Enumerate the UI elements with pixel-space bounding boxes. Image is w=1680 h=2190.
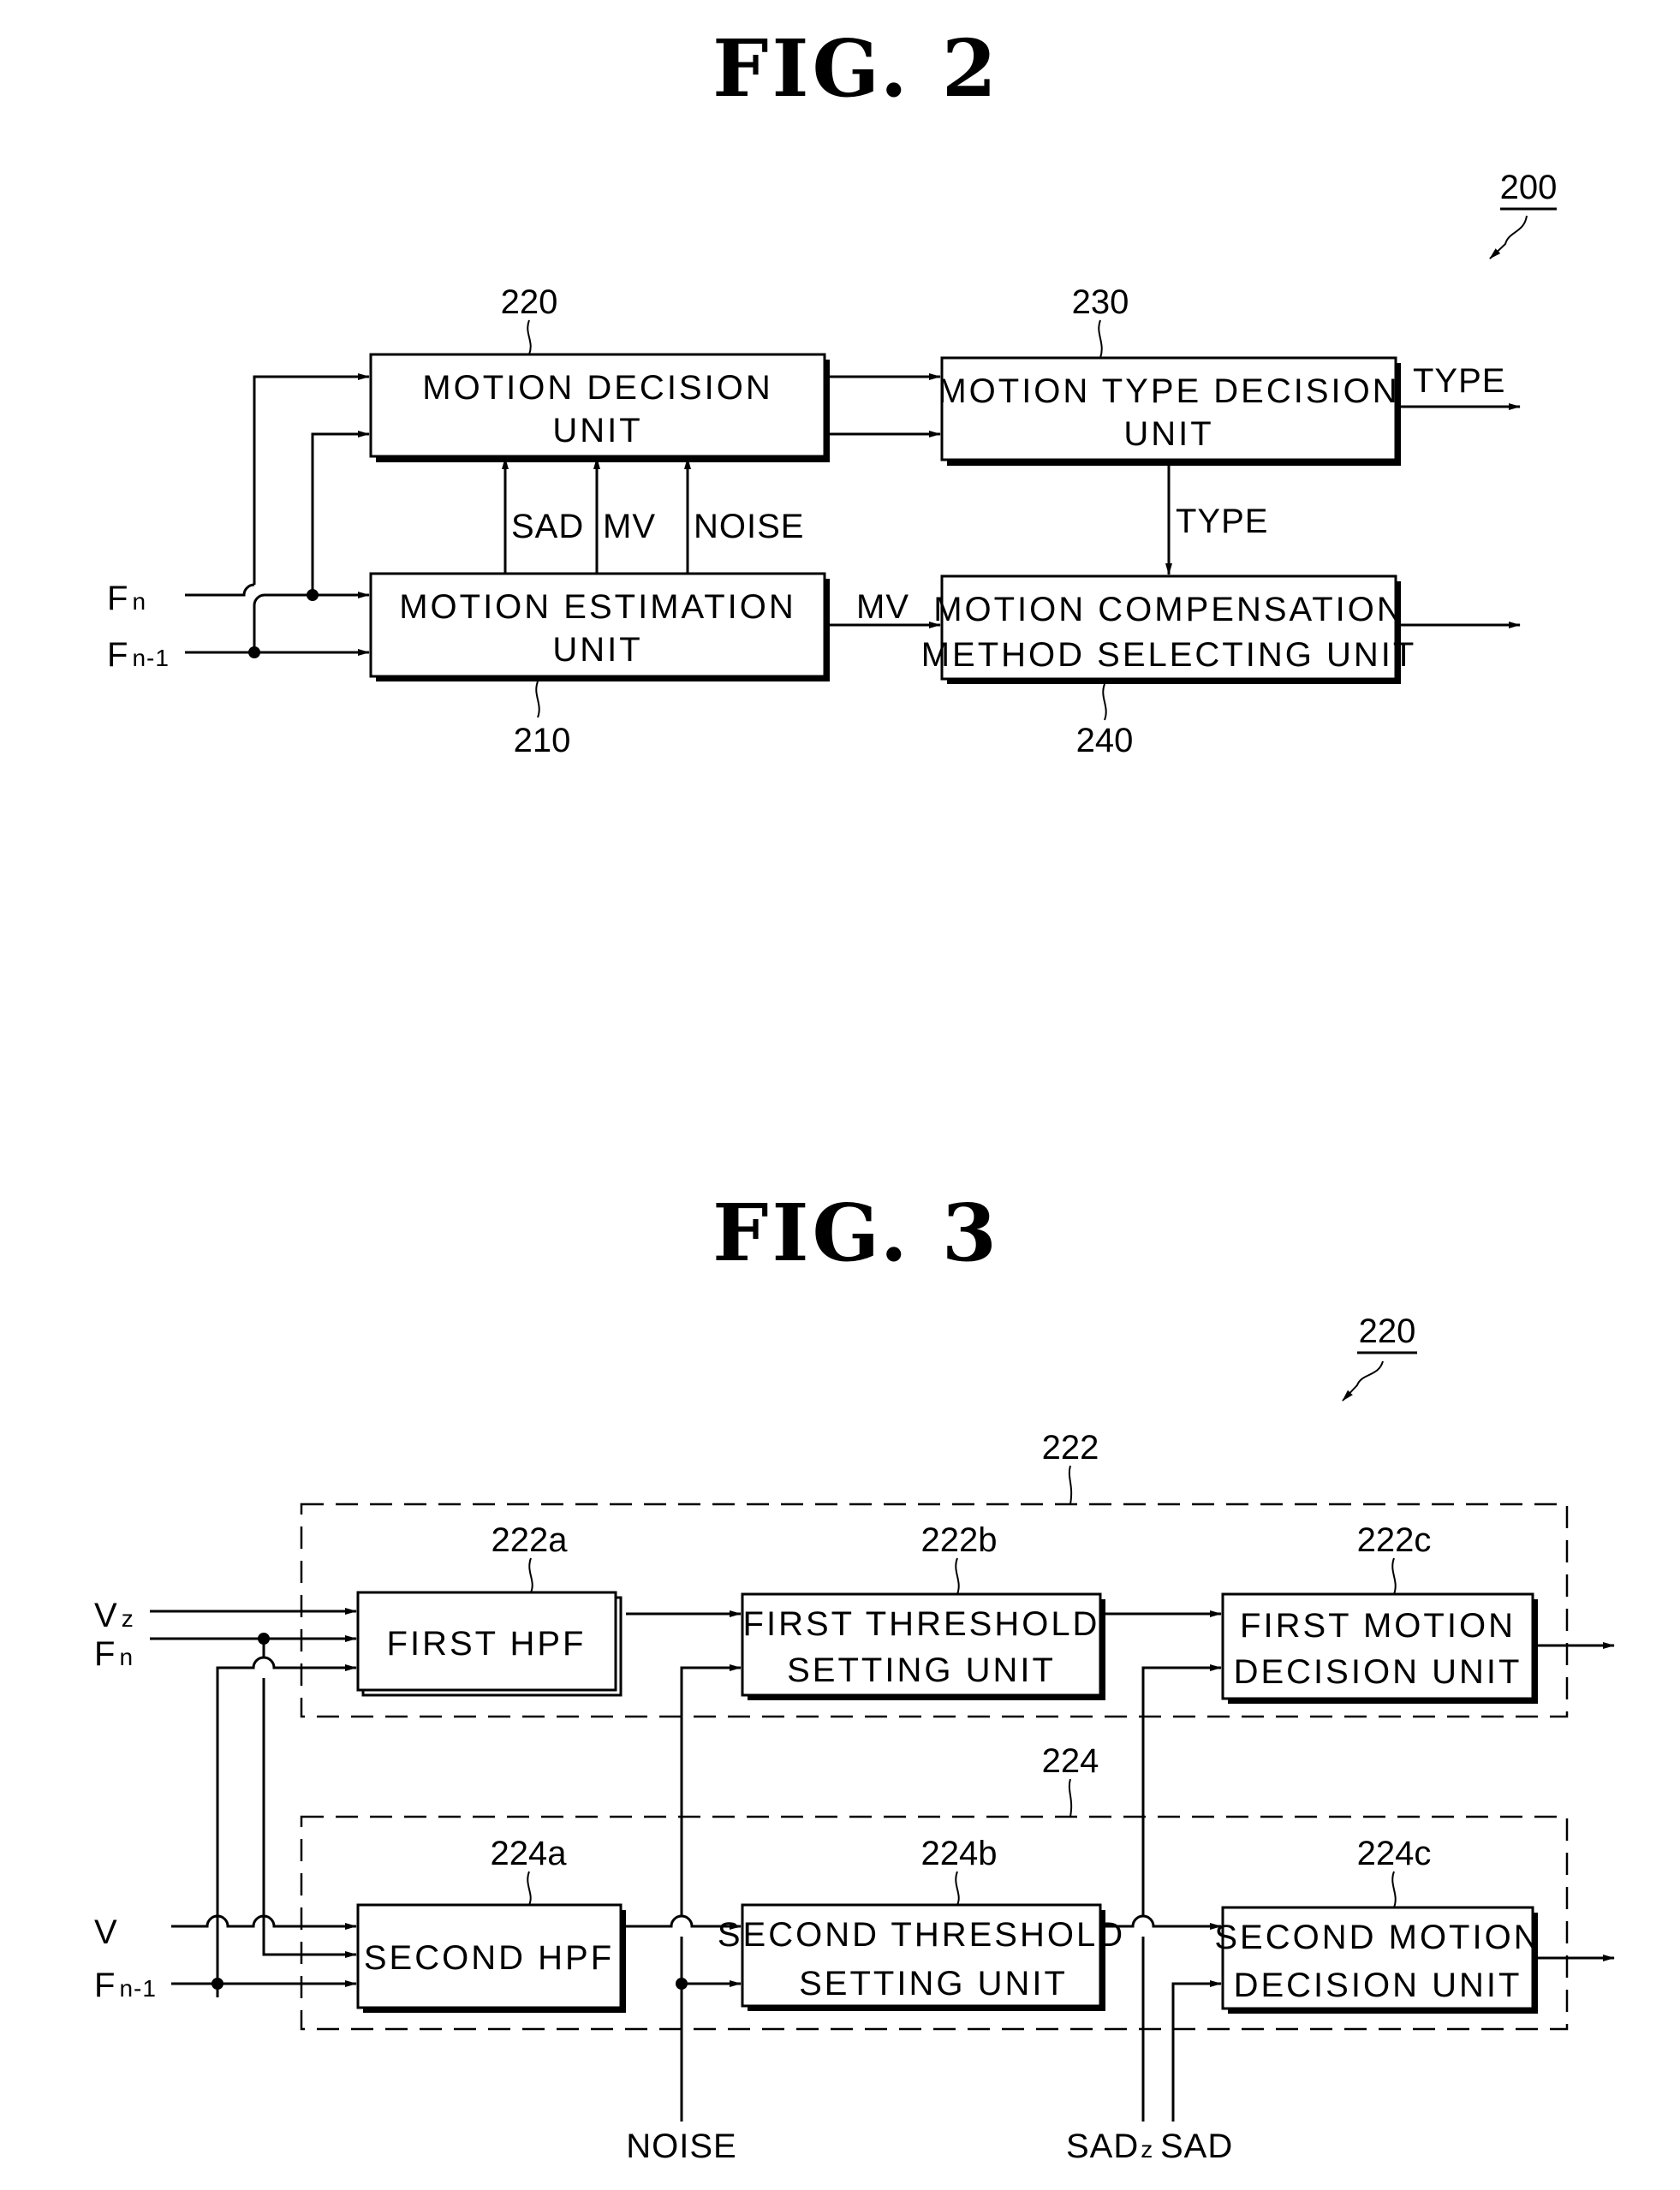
block-label-line1: SECOND THRESHOLD [718,1916,1125,1954]
ref-224a: 224a [491,1835,568,1872]
ref-leader [955,1871,960,1906]
block-second-motion-decision-unit[interactable]: SECOND MOTION DECISION UNIT [1214,1906,1540,2014]
block-label-line1: MOTION TYPE DECISION [938,372,1399,410]
signal-label-noise: NOISE [694,508,804,545]
block-second-threshold-setting-unit[interactable]: SECOND THRESHOLD SETTING UNIT [718,1903,1125,2011]
signal-label-mv: MV [603,508,656,545]
input-label-fn: Fn [94,1635,134,1673]
block-label-line1: MOTION ESTIMATION [399,588,796,626]
figure-2: FIG. 2 200 MOTION DECISION UNIT 220 MOTI… [107,22,1557,759]
block-motion-decision-unit[interactable]: MOTION DECISION UNIT [369,353,830,462]
input-label-vz: Vz [94,1597,134,1634]
wire-fn-to-second-hpf [262,1639,356,1955]
signal-label-type-output: TYPE [1413,362,1505,400]
ref-leader [1068,1465,1073,1505]
block-label-line2: DECISION UNIT [1234,1967,1522,2004]
ref-leader [1391,1871,1397,1908]
block-label-line2: UNIT [552,412,642,449]
ref-210: 210 [514,722,571,759]
signal-label-mv-right: MV [856,588,909,626]
block-label-line1: MOTION COMPENSATION [933,591,1404,628]
ref-222b: 222b [921,1521,998,1559]
wire-fn-to-motion-decision [311,431,370,595]
ref-222a: 222a [491,1521,569,1559]
figure-3: FIG. 3 220 222 224 FIRST HPF 222a FIRST … [94,1187,1615,2165]
input-label-fn-1: Fn-1 [94,1967,157,2004]
junction-dot [211,1978,223,1990]
ref-leader-arrow-icon [1342,1360,1384,1401]
fig2-title: FIG. 2 [712,22,1000,115]
ref-leader [535,681,540,718]
block-label-line2: UNIT [552,631,642,669]
block-label-line1: FIRST THRESHOLD [743,1605,1100,1643]
ref-leader [527,319,532,355]
block-first-threshold-setting-unit[interactable]: FIRST THRESHOLD SETTING UNIT [741,1592,1105,1700]
signal-label-type-down: TYPE [1176,503,1268,540]
input-label-v: V [94,1913,118,1951]
input-label-fn: Fn [107,580,146,617]
fig3-ref-220: 220 [1359,1312,1416,1350]
ref-leader [527,1871,532,1906]
ref-224b: 224b [921,1835,998,1872]
ref-leader [1098,319,1103,359]
fig3-overall-reference: 220 [1342,1312,1417,1401]
wire-sadz [1141,1668,1221,2122]
block-label: SECOND HPF [364,1939,614,1977]
block-second-hpf[interactable]: SECOND HPF [356,1903,626,2013]
ref-222c: 222c [1357,1521,1432,1559]
fig2-overall-reference: 200 [1489,169,1558,259]
block-motion-estimation-unit[interactable]: MOTION ESTIMATION UNIT [369,572,830,681]
block-label-line2: UNIT [1123,415,1213,453]
ref-230: 230 [1072,283,1129,321]
input-label-fn-1: Fn-1 [107,636,170,674]
ref-leader [955,1557,960,1595]
ref-leader [1102,683,1107,721]
ref-leader [528,1557,533,1593]
patent-drawing-sheet: FIG. 2 200 MOTION DECISION UNIT 220 MOTI… [94,22,1615,2165]
block-label-line2: SETTING UNIT [799,1965,1068,2003]
wire-fn-1-to-first-hpf [216,1656,357,1997]
junction-dot [676,1978,688,1990]
fig3-title: FIG. 3 [712,1187,1000,1279]
block-motion-compensation-method-selecting-unit[interactable]: MOTION COMPENSATION METHOD SELECTING UNI… [921,574,1417,684]
block-label-line2: METHOD SELECTING UNIT [921,636,1417,674]
signal-label-noise: NOISE [626,2128,736,2165]
block-motion-type-decision-unit[interactable]: MOTION TYPE DECISION UNIT [938,356,1401,466]
block-label-line1: FIRST MOTION [1240,1607,1516,1645]
ref-220: 220 [501,283,558,321]
ref-224: 224 [1042,1742,1099,1780]
block-label-line2: SETTING UNIT [787,1651,1056,1689]
block-label-line2: DECISION UNIT [1234,1653,1522,1691]
ref-leader [1068,1778,1073,1818]
ref-leader [1391,1557,1397,1595]
block-first-hpf[interactable]: FIRST HPF [356,1591,623,1697]
block-first-motion-decision-unit[interactable]: FIRST MOTION DECISION UNIT [1221,1592,1538,1704]
signal-label-sadz: SADz [1066,2128,1153,2165]
block-label-line1: SECOND MOTION [1214,1919,1540,1956]
signal-label-sad: SAD [511,508,584,545]
signal-label-sad: SAD [1160,2128,1233,2165]
ref-222: 222 [1042,1429,1099,1467]
block-label: FIRST HPF [387,1625,587,1663]
ref-leader-arrow-icon [1489,215,1528,259]
wire-noise-to-first-threshold [680,1668,741,2122]
block-label-line1: MOTION DECISION [422,369,772,407]
ref-224c: 224c [1357,1835,1432,1872]
wire-sad [1171,1980,1222,2122]
fig2-ref-200: 200 [1500,169,1558,206]
ref-240: 240 [1076,722,1134,759]
wire-fn [185,585,369,605]
